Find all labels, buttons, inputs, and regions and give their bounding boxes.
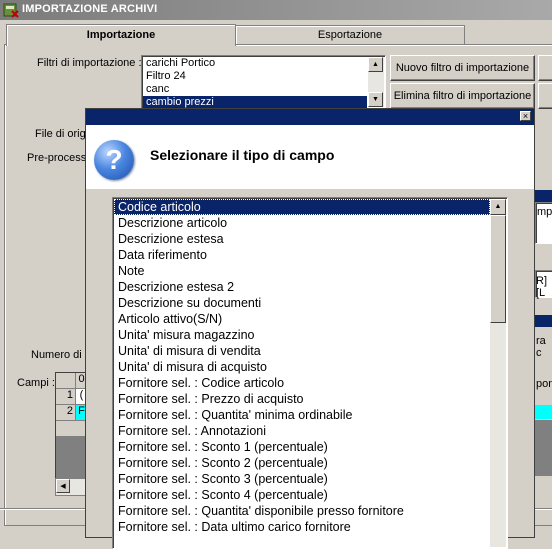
close-icon[interactable]: × <box>520 111 531 121</box>
grid-cell-highlighted <box>534 405 552 419</box>
list-item[interactable]: Unita' di misura di acquisto <box>114 359 490 375</box>
right-header-strip <box>535 315 552 327</box>
list-item[interactable]: Filtro 24 <box>143 70 367 83</box>
right-fragment: R][L <box>536 275 547 299</box>
list-item[interactable]: Fornitore sel. : Sconto 1 (percentuale) <box>114 439 490 455</box>
right-fragment: mpu <box>537 206 552 218</box>
list-item-selected[interactable]: Codice articolo <box>114 199 490 215</box>
scroll-thumb[interactable] <box>490 215 506 323</box>
list-item[interactable]: Fornitore sel. : Quantita' minima ordina… <box>114 407 490 423</box>
tab-esportazione[interactable]: Esportazione <box>235 25 465 45</box>
field-type-dialog: × ? Selezionare il tipo di campo Codice … <box>85 108 535 549</box>
right-header-strip <box>535 190 552 202</box>
numero-label: Numero di r <box>31 349 89 361</box>
filters-scrollbar[interactable]: ▲ ▼ <box>368 57 384 107</box>
list-item[interactable]: Descrizione estesa <box>114 231 490 247</box>
extra-button[interactable] <box>538 55 552 81</box>
window-titlebar: IMPORTAZIONE ARCHIVI <box>0 0 552 20</box>
list-item[interactable]: Descrizione articolo <box>114 215 490 231</box>
field-list-scrollbar[interactable]: ▲ <box>490 199 506 547</box>
right-fragment: pon <box>536 378 552 390</box>
list-item[interactable]: Fornitore sel. : Sconto 2 (percentuale) <box>114 455 490 471</box>
grid-corner <box>56 373 76 389</box>
list-item[interactable]: Fornitore sel. : Quantita' disponibile p… <box>114 503 490 519</box>
window-title: IMPORTAZIONE ARCHIVI <box>22 3 158 15</box>
dialog-header: ? Selezionare il tipo di campo <box>86 125 534 189</box>
list-item[interactable]: Unita' misura magazzino <box>114 327 490 343</box>
dialog-prompt: Selezionare il tipo di campo <box>150 147 335 163</box>
grid-row-header: 2 <box>56 405 76 421</box>
list-item[interactable]: Fornitore sel. : Codice articolo <box>114 375 490 391</box>
preprocess-label: Pre-process <box>27 152 87 164</box>
campi-label: Campi : <box>17 377 55 389</box>
scroll-left-icon[interactable]: ◀ <box>56 479 70 493</box>
scroll-up-icon[interactable]: ▲ <box>368 57 383 72</box>
list-item[interactable]: Fornitore sel. : Data ultimo carico forn… <box>114 519 490 535</box>
list-item[interactable]: canc <box>143 83 367 96</box>
fields-grid[interactable]: 0 1 ( 2 F <box>55 372 89 494</box>
list-item[interactable]: Data riferimento <box>114 247 490 263</box>
field-type-listbox[interactable]: Codice articolo Descrizione articolo Descr… <box>112 197 508 549</box>
list-item[interactable]: Fornitore sel. : Sconto 3 (percentuale) <box>114 471 490 487</box>
right-field[interactable]: R][L <box>535 270 552 299</box>
list-item[interactable]: Fornitore sel. : Sconto 4 (percentuale) <box>114 487 490 503</box>
list-item[interactable]: Articolo attivo(S/N) <box>114 311 490 327</box>
right-field[interactable]: mpu <box>535 202 552 244</box>
grid-empty-row <box>56 421 88 437</box>
app-icon <box>3 3 19 18</box>
list-item[interactable]: Fornitore sel. : Prezzo di acquisto <box>114 391 490 407</box>
scroll-up-icon[interactable]: ▲ <box>490 199 506 215</box>
extra-button[interactable] <box>538 83 552 109</box>
grid-row-header: 1 <box>56 389 76 405</box>
list-item[interactable]: carichi Portico <box>143 57 367 70</box>
filters-label: Filtri di importazione : <box>37 57 142 69</box>
filters-listbox[interactable]: carichi Portico Filtro 24 canc cambio pr… <box>141 55 386 109</box>
grid-hscrollbar[interactable]: ◀ <box>55 478 89 496</box>
dialog-titlebar: × <box>86 109 534 125</box>
list-item[interactable]: Descrizione estesa 2 <box>114 279 490 295</box>
file-origin-label: File di orig <box>35 128 86 140</box>
delete-filter-button[interactable]: Elimina filtro di importazione <box>390 83 535 109</box>
new-filter-button[interactable]: Nuovo filtro di importazione <box>390 55 535 81</box>
tab-importazione[interactable]: Importazione <box>6 24 236 46</box>
question-icon: ? <box>94 140 134 180</box>
list-item[interactable]: Descrizione su documenti <box>114 295 490 311</box>
grid-empty-area <box>534 420 552 476</box>
right-fragment: ra c <box>536 335 546 359</box>
list-item[interactable]: Fornitore sel. : Annotazioni <box>114 423 490 439</box>
list-item[interactable]: Note <box>114 263 490 279</box>
scroll-down-icon[interactable]: ▼ <box>368 92 383 107</box>
list-item[interactable]: Unita' di misura di vendita <box>114 343 490 359</box>
